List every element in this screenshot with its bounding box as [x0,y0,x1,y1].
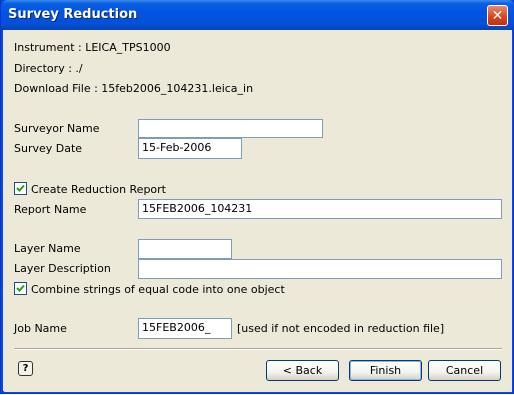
layer-name-field[interactable] [138,239,232,259]
survey-reduction-dialog: Survey Reduction ✕ Instrument : LEICA_TP… [0,0,514,394]
checkmark-icon [16,184,25,192]
title-bar: Survey Reduction ✕ [1,0,514,30]
job-name-label: Job Name [14,322,67,335]
back-button[interactable]: < Back [266,360,339,381]
combine-strings-label: Combine strings of equal code into one o… [31,283,285,296]
survey-date-field[interactable]: 15-Feb-2006 [138,138,242,159]
layer-description-label: Layer Description [14,262,111,275]
question-help-icon: ? [22,363,29,374]
job-name-note: [used if not encoded in reduction file] [237,322,445,335]
close-icon: ✕ [491,7,504,24]
instrument-info: Instrument : LEICA_TPS1000 [14,41,171,54]
layer-description-field[interactable] [138,259,502,279]
cancel-button[interactable]: Cancel [428,360,501,381]
checkmark-icon [16,284,25,292]
survey-date-label: Survey Date [14,142,83,155]
report-name-field[interactable]: 15FEB2006_104231 [138,199,502,219]
window-title: Survey Reduction [8,7,138,22]
layer-name-label: Layer Name [14,242,81,255]
directory-info: Directory : ./ [14,62,83,75]
surveyor-name-field[interactable] [138,119,323,138]
surveyor-name-label: Surveyor Name [14,122,100,135]
combine-strings-checkbox[interactable] [14,282,27,295]
create-report-checkbox[interactable] [14,182,27,195]
job-name-field[interactable]: 15FEB2006_ [138,318,232,339]
finish-button[interactable]: Finish [349,360,422,381]
download-file-info: Download File : 15feb2006_104231.leica_i… [14,82,254,95]
separator [14,348,502,350]
report-name-label: Report Name [14,203,87,216]
dialog-body: Instrument : LEICA_TPS1000 Directory : .… [4,30,512,392]
help-button[interactable]: ? [18,361,33,376]
close-button[interactable]: ✕ [487,5,508,26]
create-report-label: Create Reduction Report [31,183,166,196]
